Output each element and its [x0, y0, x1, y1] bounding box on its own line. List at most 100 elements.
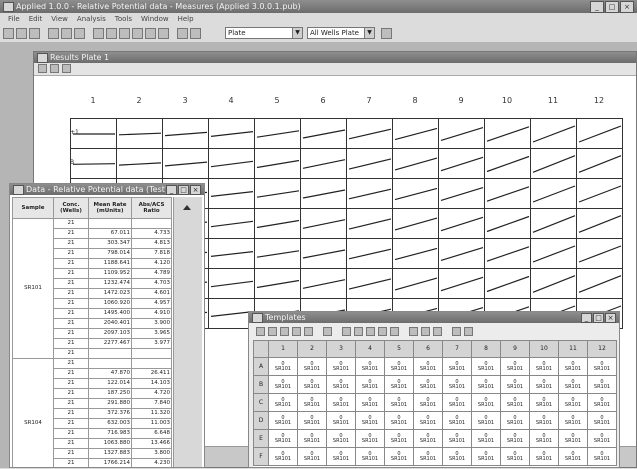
plate-col-header[interactable]: 11 — [558, 340, 588, 358]
settings-icon[interactable] — [190, 27, 201, 39]
plate-well[interactable]: 0 SR101 — [326, 393, 356, 412]
close-button[interactable]: × — [620, 1, 634, 13]
well-kinetic-cell[interactable] — [392, 268, 439, 299]
well-kinetic-cell[interactable] — [300, 268, 347, 299]
col-header-sample[interactable]: Sample — [12, 197, 54, 219]
menu-help[interactable]: Help — [178, 15, 194, 23]
plate-well[interactable]: 0 SR101 — [471, 375, 501, 394]
well-kinetic-cell[interactable] — [392, 148, 439, 179]
col-header-mean-rate[interactable]: Mean Rate (mUnits) — [88, 197, 132, 219]
well-kinetic-cell[interactable] — [484, 118, 531, 149]
plate-well[interactable]: 0 SR101 — [297, 375, 327, 394]
plate-well[interactable]: 0 SR101 — [558, 357, 588, 376]
well-kinetic-cell[interactable] — [530, 268, 577, 299]
plate-well[interactable]: 0 SR101 — [297, 429, 327, 448]
plate-well[interactable]: 0 SR101 — [500, 447, 530, 466]
plate-well[interactable]: 0 SR101 — [471, 393, 501, 412]
plate-well[interactable]: 0 SR101 — [442, 447, 472, 466]
well-kinetic-cell[interactable] — [346, 268, 393, 299]
data-list-icon[interactable] — [13, 185, 24, 195]
plate-well[interactable]: 0 SR101 — [500, 429, 530, 448]
redo-icon[interactable] — [280, 326, 289, 336]
plate-col-header[interactable]: 5 — [384, 340, 414, 358]
plate-col-header[interactable]: 10 — [529, 340, 559, 358]
well-kinetic-cell[interactable] — [576, 148, 623, 179]
plate-well[interactable]: 0 SR101 — [413, 375, 443, 394]
plate-col-header[interactable]: 7 — [442, 340, 472, 358]
series-icon[interactable] — [354, 326, 363, 336]
properties-icon[interactable] — [433, 326, 442, 336]
plate-well[interactable]: 0 SR101 — [558, 411, 588, 430]
plate-well[interactable]: 0 SR101 — [326, 429, 356, 448]
options-icon[interactable] — [62, 64, 71, 73]
app-icon[interactable] — [3, 2, 14, 12]
help-icon[interactable] — [452, 326, 461, 336]
plate-row-header[interactable]: A — [253, 357, 269, 376]
plate-well[interactable]: 0 SR101 — [268, 411, 298, 430]
well-kinetic-cell[interactable] — [392, 208, 439, 239]
plate-well[interactable]: 0 SR101 — [355, 411, 385, 430]
chevron-down-icon[interactable]: ▼ — [364, 28, 374, 38]
well-kinetic-cell[interactable] — [208, 148, 255, 179]
plate-well[interactable]: 0 SR101 — [355, 393, 385, 412]
well-kinetic-cell[interactable] — [576, 208, 623, 239]
plate-row-header[interactable]: C — [253, 393, 269, 412]
well-kinetic-cell[interactable] — [346, 208, 393, 239]
well-kinetic-cell[interactable] — [116, 148, 163, 179]
scroll-up-icon[interactable] — [183, 205, 191, 210]
plate-well[interactable]: 0 SR101 — [442, 393, 472, 412]
well-kinetic-cell[interactable] — [438, 208, 485, 239]
plate-well[interactable]: 0 SR101 — [587, 357, 617, 376]
plate-well[interactable]: 0 SR101 — [442, 429, 472, 448]
plate-well[interactable]: 0 SR101 — [384, 393, 414, 412]
close-button[interactable]: × — [190, 185, 201, 195]
plate-layout-icon[interactable] — [252, 313, 263, 323]
well-kinetic-cell[interactable] — [254, 238, 301, 269]
plate-well[interactable]: 0 SR101 — [384, 447, 414, 466]
well-kinetic-cell[interactable] — [346, 178, 393, 209]
plate-well[interactable]: 0 SR101 — [529, 447, 559, 466]
chevron-down-icon[interactable]: ▼ — [292, 28, 302, 38]
menu-window[interactable]: Window — [141, 15, 169, 23]
menu-view[interactable]: View — [51, 15, 68, 23]
plate-well[interactable]: 0 SR101 — [268, 447, 298, 466]
menu-analysis[interactable]: Analysis — [77, 15, 106, 23]
well-kinetic-cell[interactable] — [70, 118, 117, 149]
maximize-button[interactable]: □ — [605, 1, 619, 13]
wells-select[interactable]: All Wells Plate ▼ — [307, 27, 375, 39]
plate-well[interactable]: 0 SR101 — [413, 357, 443, 376]
select-icon[interactable] — [256, 326, 265, 336]
well-kinetic-cell[interactable] — [438, 148, 485, 179]
plate-well[interactable]: 0 SR101 — [442, 375, 472, 394]
well-kinetic-cell[interactable] — [576, 238, 623, 269]
well-kinetic-cell[interactable] — [438, 118, 485, 149]
minimize-button[interactable]: _ — [590, 1, 604, 13]
plate-well[interactable]: 0 SR101 — [384, 411, 414, 430]
refresh-icon[interactable] — [50, 64, 59, 73]
plate-well[interactable]: 0 SR101 — [326, 357, 356, 376]
plate-well[interactable]: 0 SR101 — [587, 411, 617, 430]
plate-well[interactable]: 0 SR101 — [326, 411, 356, 430]
plate-well[interactable]: 0 SR101 — [500, 357, 530, 376]
well-kinetic-cell[interactable] — [300, 148, 347, 179]
well-kinetic-cell[interactable] — [300, 238, 347, 269]
well-kinetic-cell[interactable] — [208, 208, 255, 239]
well-kinetic-cell[interactable] — [346, 118, 393, 149]
well-kinetic-cell[interactable] — [254, 268, 301, 299]
plate-well[interactable]: 0 SR101 — [297, 357, 327, 376]
plate-well[interactable]: 0 SR101 — [413, 393, 443, 412]
plate-well[interactable]: 0 SR101 — [529, 357, 559, 376]
well-kinetic-cell[interactable] — [392, 178, 439, 209]
plate-well[interactable]: 0 SR101 — [326, 447, 356, 466]
plate-well[interactable]: 0 SR101 — [558, 429, 588, 448]
sample-icon[interactable] — [292, 326, 301, 336]
plate-row-header[interactable]: E — [253, 429, 269, 448]
well-kinetic-cell[interactable] — [300, 178, 347, 209]
open-icon[interactable] — [3, 27, 14, 39]
well-kinetic-cell[interactable] — [576, 118, 623, 149]
plate-well[interactable]: 0 SR101 — [500, 411, 530, 430]
well-kinetic-cell[interactable] — [484, 208, 531, 239]
minimize-button[interactable]: _ — [166, 185, 177, 195]
print-icon[interactable] — [29, 27, 40, 39]
save-icon[interactable] — [16, 27, 27, 39]
